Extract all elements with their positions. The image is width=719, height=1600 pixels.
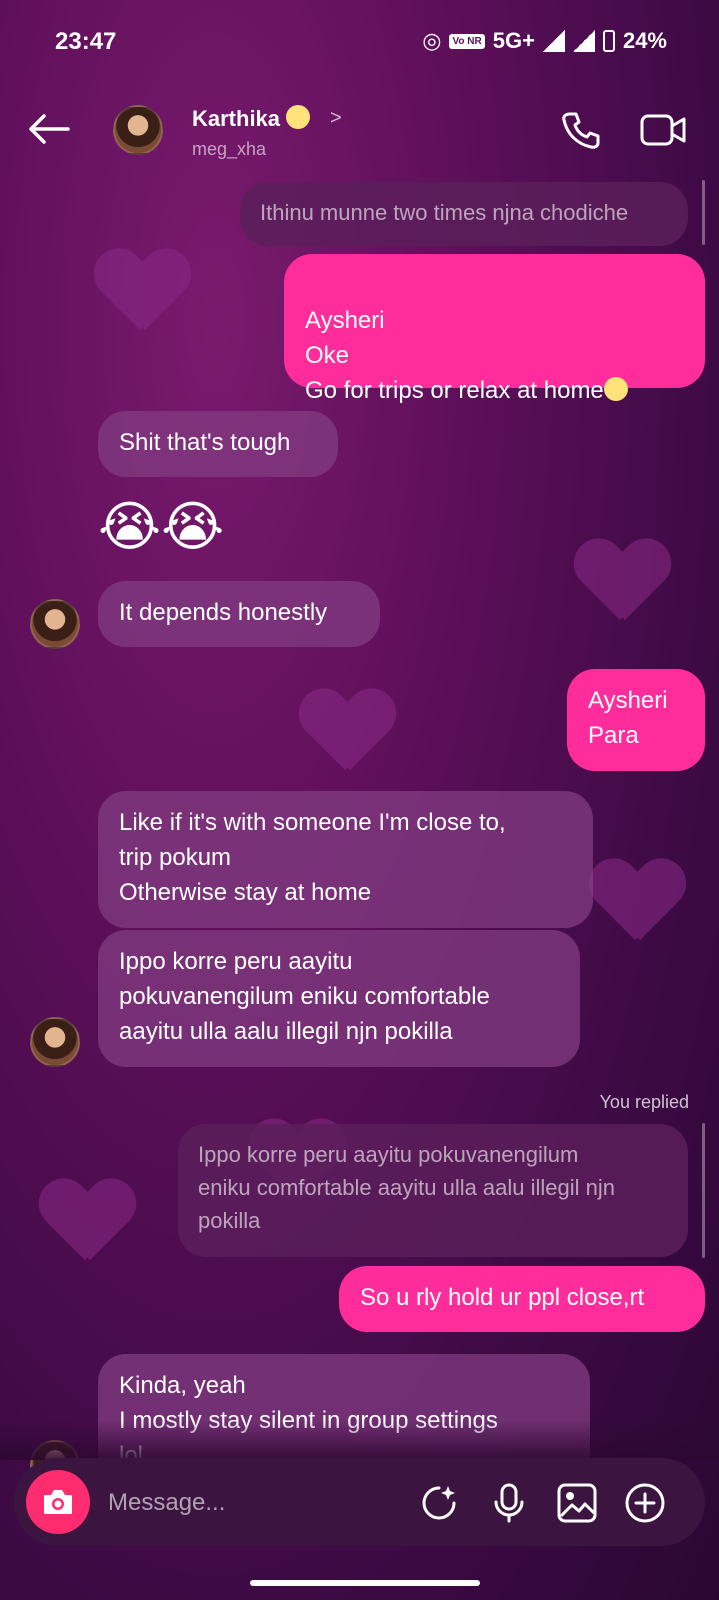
you-replied-label: You replied xyxy=(599,1092,689,1112)
contact-avatar[interactable] xyxy=(30,599,80,649)
network-type: 5G+ xyxy=(492,28,535,53)
status-bar: 23:47 ◎ Vo NR 5G+ 24% xyxy=(0,0,719,80)
chat-header: Karthika > meg_xha xyxy=(0,95,719,175)
video-camera-icon[interactable] xyxy=(640,113,686,147)
background-heart xyxy=(590,860,680,940)
chevron-right-icon[interactable]: > xyxy=(330,107,342,130)
message-bubble-outgoing[interactable]: So u rly hold ur ppl close,rt xyxy=(339,1266,705,1332)
background-heart xyxy=(300,690,390,770)
background-heart xyxy=(95,250,185,330)
signal-icon-2 xyxy=(572,30,595,52)
reply-indicator-bar xyxy=(702,180,705,245)
crying-emoji-message[interactable]: 😭😭 xyxy=(98,497,224,557)
message-bubble-incoming[interactable]: Shit that's tough xyxy=(98,411,338,477)
hotspot-icon: ◎ xyxy=(422,28,442,53)
sticker-sparkle-icon[interactable] xyxy=(418,1482,460,1524)
message-bubble-incoming[interactable]: Ippo korre peru aayitu pokuvanengilum en… xyxy=(98,930,580,1067)
gallery-icon[interactable] xyxy=(556,1482,598,1524)
battery-percent: 24% xyxy=(622,28,667,53)
camera-button[interactable] xyxy=(26,1470,90,1534)
message-bubble-incoming[interactable]: It depends honestly xyxy=(98,581,380,647)
message-bubble-incoming[interactable]: Ithinu munne two times njna chodiche xyxy=(240,182,688,246)
message-bubble-outgoing[interactable]: Aysheri Oke Go for trips or relax at hom… xyxy=(284,254,705,404)
home-indicator[interactable] xyxy=(250,1580,480,1586)
battery-icon xyxy=(602,30,615,52)
background-heart xyxy=(575,540,665,620)
contact-avatar[interactable] xyxy=(113,105,163,155)
quoted-message[interactable]: Ippo korre peru aayitu pokuvanengilum en… xyxy=(178,1124,688,1257)
back-arrow-icon[interactable] xyxy=(28,113,70,145)
reply-indicator-bar xyxy=(702,1123,705,1258)
status-icons: ◎ Vo NR 5G+ 24% xyxy=(422,28,667,54)
vonr-badge: Vo NR xyxy=(449,33,485,49)
message-text: Aysheri Oke Go for trips or relax at hom… xyxy=(305,307,604,404)
composer-fade xyxy=(0,1420,719,1460)
smiley-emoji-icon xyxy=(603,377,628,401)
contact-name: Karthika xyxy=(192,106,281,131)
background-heart xyxy=(40,1180,130,1260)
message-bubble-incoming[interactable]: Like if it's with someone I'm close to, … xyxy=(98,791,593,928)
signal-icon xyxy=(542,30,565,52)
message-composer xyxy=(14,1458,705,1546)
add-circle-icon[interactable] xyxy=(624,1482,666,1524)
microphone-icon[interactable] xyxy=(488,1482,530,1524)
message-bubble-outgoing[interactable]: Aysheri Para xyxy=(567,669,705,771)
status-time: 23:47 xyxy=(55,28,117,55)
camera-icon xyxy=(44,1490,72,1514)
contact-name-row[interactable]: Karthika xyxy=(192,105,311,132)
message-input[interactable] xyxy=(106,1482,410,1524)
contact-username: meg_xha xyxy=(192,139,267,159)
contact-avatar[interactable] xyxy=(30,1017,80,1067)
smiley-emoji-icon xyxy=(286,105,311,129)
phone-icon[interactable] xyxy=(560,110,600,150)
